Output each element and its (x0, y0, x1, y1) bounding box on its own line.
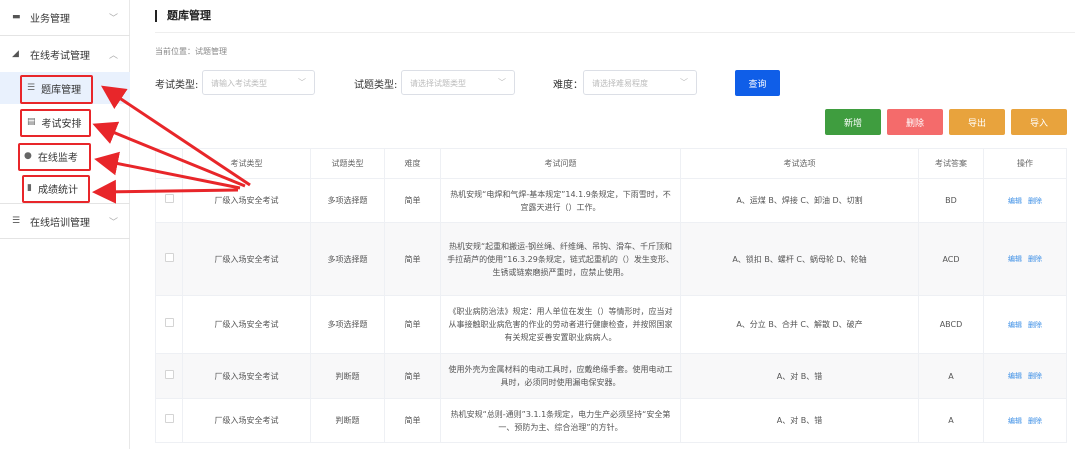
question-cell: 《职业病防治法》规定：用人单位在发生（）等情形时，应当对从事接触职业病危害的作业… (440, 295, 681, 354)
column-header: 难度 (384, 148, 441, 179)
answer-cell: BD (918, 178, 984, 223)
answer-cell: ACD (918, 222, 984, 296)
delete-link[interactable]: 删除 (1028, 321, 1042, 329)
chevron-down-icon: ﹀ (108, 217, 118, 228)
sidebar: ▬ 业务管理 ﹀ ◢ 在线考试管理 ︿ ☰ 题库管理 ▤ 考试安排 ● 在线监考 ▮ 成绩统计 … (0, 0, 130, 449)
options-cell: A、对 B、错 (680, 353, 919, 399)
annotation-box (20, 75, 93, 104)
chevron-down-icon: ﹀ (108, 14, 118, 24)
options-cell: A、对 B、错 (680, 398, 919, 443)
question-cell: 使用外壳为金属材料的电动工具时，应戴绝缘手套。使用电动工具时，必须同时使用漏电保… (440, 353, 681, 399)
exam-type-cell: 厂级入场安全考试 (182, 222, 311, 296)
column-header: 操作 (983, 148, 1067, 179)
sidebar-group-online-exam[interactable]: ◢ 在线考试管理 ︿ (0, 36, 130, 72)
table-row: 厂级入场安全考试 多项选择题 简单 《职业病防治法》规定：用人单位在发生（）等情… (155, 295, 1067, 354)
table-row: 厂级入场安全考试 判断题 简单 使用外壳为金属材料的电动工具时，应戴绝缘手套。使… (155, 353, 1067, 399)
delete-link[interactable]: 删除 (1028, 197, 1042, 205)
briefcase-icon: ▬ (12, 12, 21, 22)
table-header: 考试类型 试题类型 难度 考试问题 考试选项 考试答案 操作 (155, 148, 1067, 179)
graduation-cap-icon: ◢ (12, 48, 19, 59)
edit-link[interactable]: 编辑 (1008, 321, 1022, 329)
table-row: 厂级入场安全考试 多项选择题 简单 热机安规“电焊和气焊-基本规定”14.1.9… (155, 178, 1067, 223)
sidebar-group-business[interactable]: ▬ 业务管理 ﹀ (0, 0, 130, 36)
answer-cell: ABCD (918, 295, 984, 354)
row-checkbox[interactable] (164, 252, 174, 262)
table-row: 厂级入场安全考试 多项选择题 简单 热机安规“起重和搬运-钢丝绳、纤维绳、吊钩、… (155, 222, 1067, 296)
edit-link[interactable]: 编辑 (1008, 417, 1022, 425)
options-cell: A、锁扣 B、螺杆 C、蜗母轮 D、轮轴 (680, 222, 919, 296)
delete-link[interactable]: 删除 (1028, 372, 1042, 380)
question-type-cell: 多项选择题 (310, 222, 385, 296)
chevron-down-icon: ﹀ (298, 78, 306, 87)
row-checkbox[interactable] (164, 414, 174, 423)
row-checkbox[interactable] (164, 194, 174, 203)
chevron-down-icon: ﹀ (680, 78, 688, 87)
column-header: 试题类型 (310, 148, 385, 179)
chevron-up-icon: ︿ (108, 50, 118, 61)
question-type-cell: 多项选择题 (310, 295, 385, 354)
question-type-cell: 判断题 (310, 398, 385, 443)
question-table: 考试类型 试题类型 难度 考试问题 考试选项 考试答案 操作 厂级入场安全考试 … (155, 148, 1067, 443)
question-cell: 热机安规“电焊和气焊-基本规定”14.1.9条规定，下雨雪时，不宜露天进行（）工… (440, 178, 681, 223)
difficulty-cell: 简单 (384, 353, 441, 399)
question-type-cell: 多项选择题 (310, 178, 385, 223)
exam-type-cell: 厂级入场安全考试 (182, 295, 311, 354)
annotation-box (20, 109, 91, 137)
difficulty-select[interactable]: 请选择难易程度 ﹀ (583, 70, 697, 95)
exam-type-cell: 厂级入场安全考试 (182, 178, 311, 223)
divider (155, 32, 1075, 33)
delete-link[interactable]: 删除 (1028, 417, 1042, 425)
exam-type-select[interactable]: 请输入考试类型 ﹀ (202, 70, 315, 95)
edit-link[interactable]: 编辑 (1008, 197, 1022, 205)
question-type-select[interactable]: 请选择试题类型 ﹀ (401, 70, 515, 95)
difficulty-cell: 简单 (384, 222, 441, 296)
exam-type-label: 考试类型: (155, 80, 199, 91)
edit-link[interactable]: 编辑 (1008, 255, 1022, 263)
column-header: 考试答案 (918, 148, 984, 179)
row-checkbox[interactable] (164, 369, 174, 379)
table-row: 厂级入场安全考试 判断题 简单 热机安规“总则-通则”3.1.1条规定，电力生产… (155, 398, 1067, 443)
annotation-box (18, 143, 91, 171)
column-header: 考试问题 (440, 148, 681, 179)
query-button[interactable]: 查询 (735, 70, 780, 96)
chevron-down-icon: ﹀ (498, 78, 506, 87)
annotation-box (22, 175, 90, 203)
page-title: 题库管理 (155, 10, 211, 22)
answer-cell: A (918, 398, 984, 443)
list-icon: ☰ (12, 215, 21, 226)
question-cell: 热机安规“起重和搬运-钢丝绳、纤维绳、吊钩、滑车、千斤顶和手拉葫芦的使用”16.… (440, 222, 681, 296)
exam-type-cell: 厂级入场安全考试 (182, 353, 311, 399)
difficulty-cell: 简单 (384, 178, 441, 223)
difficulty-cell: 简单 (384, 398, 441, 443)
options-cell: A、分立 B、合并 C、解散 D、破产 (680, 295, 919, 354)
question-type-cell: 判断题 (310, 353, 385, 399)
exam-type-cell: 厂级入场安全考试 (182, 398, 311, 443)
breadcrumb: 当前位置：试题管理 (155, 47, 227, 56)
question-type-label: 试题类型: (354, 80, 398, 91)
difficulty-cell: 简单 (384, 295, 441, 354)
column-header: 考试类型 (182, 148, 311, 179)
export-button[interactable]: 导出 (949, 109, 1005, 135)
row-checkbox[interactable] (164, 318, 174, 327)
delete-link[interactable]: 删除 (1028, 255, 1042, 263)
delete-button[interactable]: 删除 (887, 109, 943, 135)
sidebar-group-online-training[interactable]: ☰ 在线培训管理 ﹀ (0, 203, 130, 239)
difficulty-label: 难度： (553, 80, 583, 91)
question-cell: 热机安规“总则-通则”3.1.1条规定，电力生产必须坚持“安全第一、预防为主、综… (440, 398, 681, 443)
edit-link[interactable]: 编辑 (1008, 372, 1022, 380)
options-cell: A、运煤 B、焊接 C、卸油 D、切割 (680, 178, 919, 223)
answer-cell: A (918, 353, 984, 399)
add-button[interactable]: 新增 (825, 109, 881, 135)
import-button[interactable]: 导入 (1011, 109, 1067, 135)
column-header: 考试选项 (680, 148, 919, 179)
